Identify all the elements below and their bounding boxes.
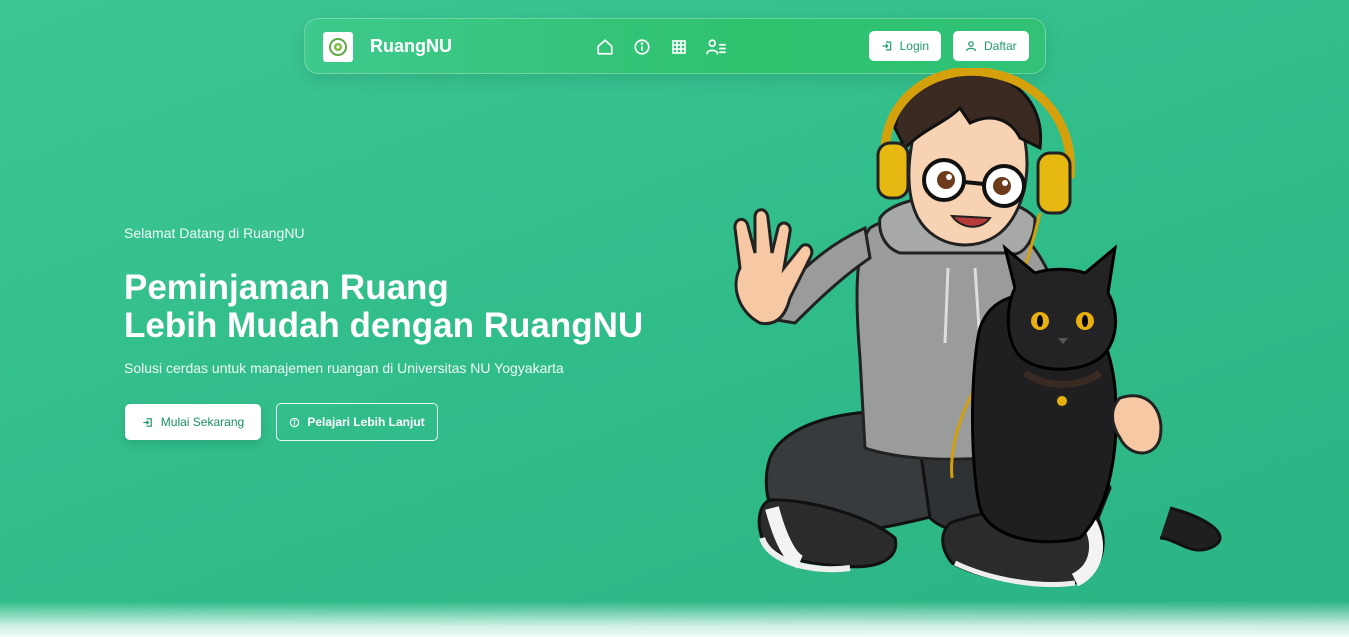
headline-line-1: Peminjaman Ruang	[124, 268, 449, 307]
bottom-fade	[0, 601, 1349, 637]
register-button[interactable]: Daftar	[953, 31, 1029, 61]
start-now-label: Mulai Sekarang	[160, 415, 245, 429]
hero-illustration	[733, 68, 1222, 587]
hero-headline: Peminjaman Ruang Lebih Mudah dengan Ruan…	[124, 269, 643, 345]
brand-logo[interactable]	[323, 32, 353, 62]
info-icon[interactable]	[632, 37, 652, 57]
nav-icon-group	[595, 37, 726, 57]
brand-name[interactable]: RuangNU	[370, 36, 452, 57]
register-label: Daftar	[984, 39, 1017, 53]
start-now-button[interactable]: Mulai Sekarang	[125, 404, 261, 440]
user-icon	[965, 41, 977, 52]
user-list-icon[interactable]	[706, 37, 726, 57]
login-icon	[143, 417, 152, 427]
info-icon	[290, 417, 300, 427]
login-label: Login	[899, 39, 929, 53]
login-icon	[882, 41, 892, 51]
nu-logo-icon	[329, 38, 347, 56]
learn-more-button[interactable]: Pelajari Lebih Lanjut	[276, 403, 438, 441]
learn-more-label: Pelajari Lebih Lanjut	[307, 415, 425, 429]
login-button[interactable]: Login	[869, 31, 941, 61]
grid-icon[interactable]	[669, 37, 689, 57]
headline-line-2: Lebih Mudah dengan RuangNU	[124, 306, 644, 345]
home-icon[interactable]	[595, 37, 615, 57]
hero-subtitle: Solusi cerdas untuk manajemen ruangan di…	[124, 360, 564, 376]
welcome-text: Selamat Datang di RuangNU	[124, 225, 305, 241]
navbar: RuangNU Login Daftar	[304, 18, 1046, 74]
